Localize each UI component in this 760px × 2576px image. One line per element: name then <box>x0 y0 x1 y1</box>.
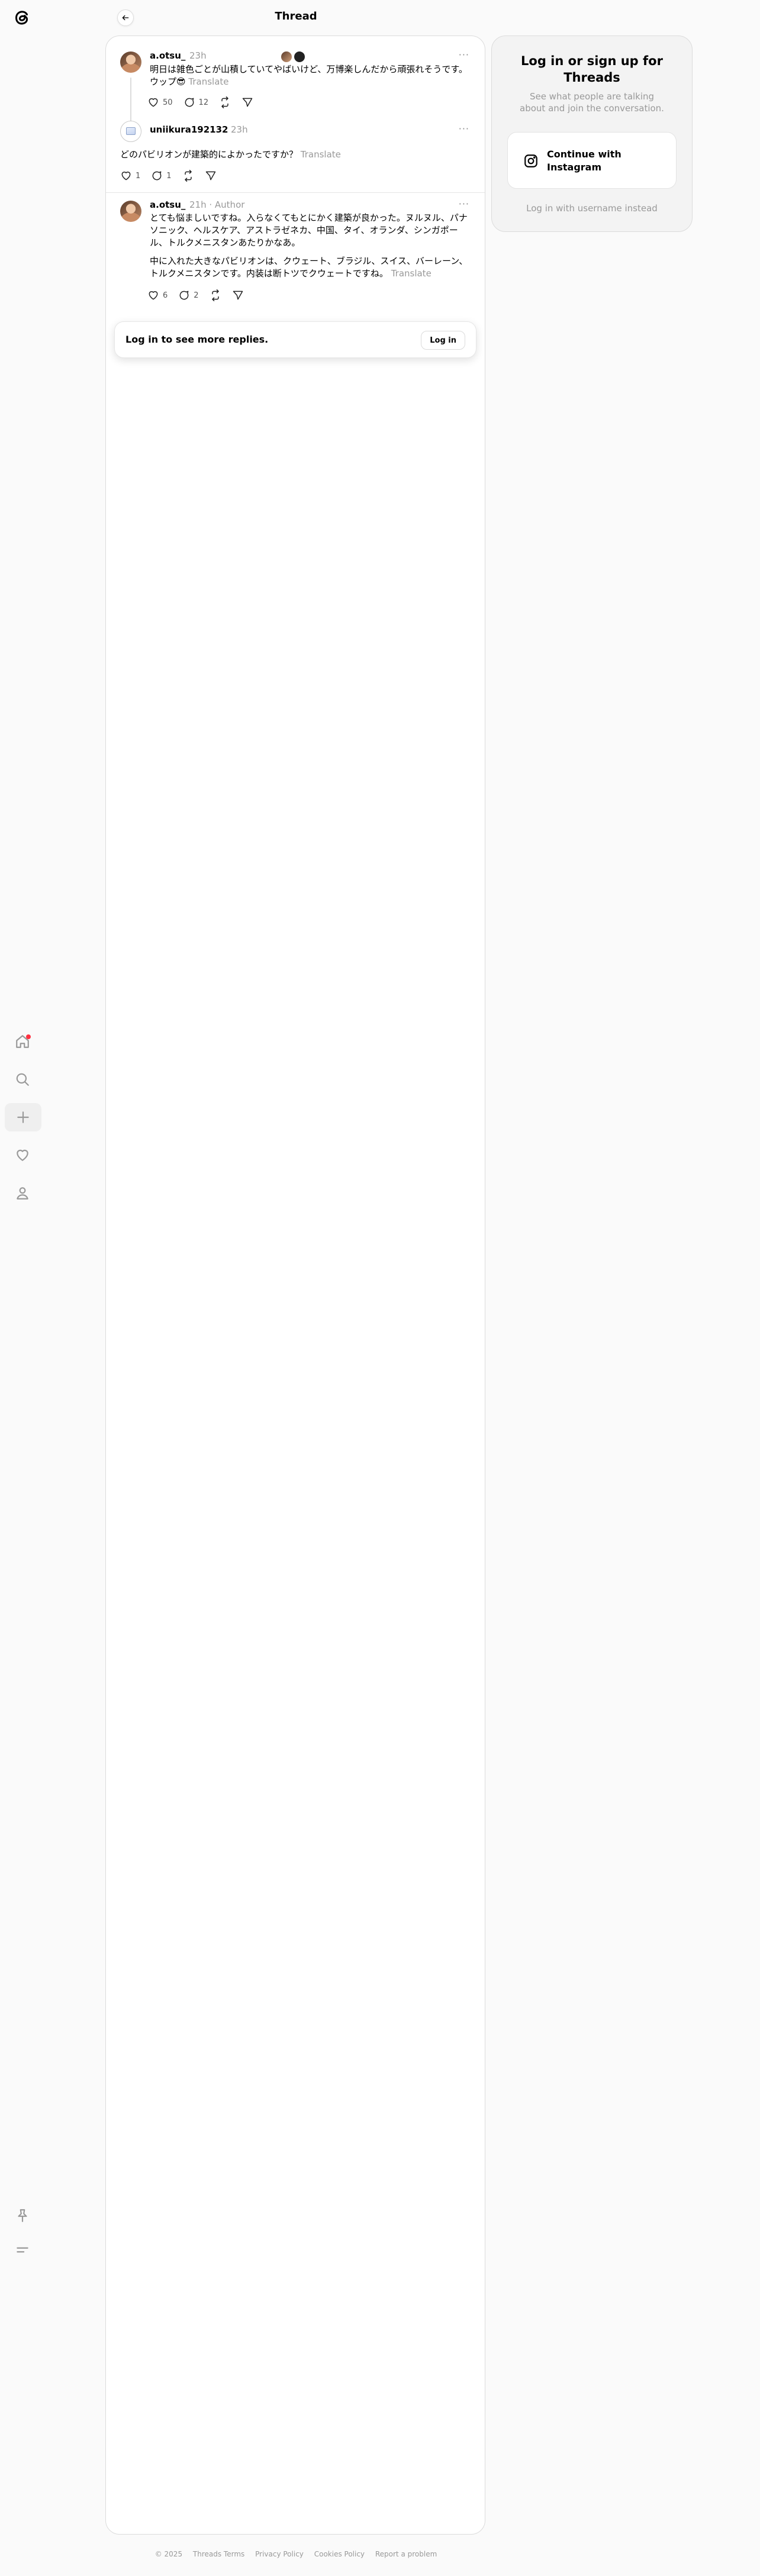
login-prompt-card: Log in to see more replies. Log in <box>114 321 476 358</box>
search-icon[interactable] <box>8 1065 37 1094</box>
instagram-icon <box>524 154 537 167</box>
like-button[interactable]: 50 <box>147 96 173 108</box>
plus-icon[interactable] <box>5 1103 41 1131</box>
thread-panel: a.otsu_ 23h ··· 明日は雑色ごとが山積していてやばいけど、万博楽し… <box>105 36 485 2535</box>
continue-with-instagram-button[interactable]: Continue with Instagram <box>507 132 677 189</box>
reply-count: 2 <box>194 291 199 300</box>
page-title: Thread <box>275 10 317 22</box>
repost-icon <box>184 170 192 182</box>
translate-link[interactable]: Translate <box>391 268 431 279</box>
like-count: 1 <box>136 171 141 180</box>
post-text: 中に入れた大きなパビリオンは、クウェート、ブラジル、スイス、バーレーン、トルクメ… <box>150 255 471 280</box>
footer-cookies-link[interactable]: Cookies Policy <box>314 2550 365 2558</box>
home-icon[interactable] <box>8 1027 37 1056</box>
heart-icon <box>149 98 158 107</box>
post-text: とても悩ましいですね。入らなくてもとにかく建築が良かった。ヌルヌル、パナソニック… <box>150 212 471 249</box>
footer: © 2025 Threads Terms Privacy Policy Cook… <box>0 2550 592 2558</box>
notification-dot <box>26 1034 31 1039</box>
repost-button[interactable] <box>210 289 221 301</box>
share-button[interactable] <box>232 289 244 301</box>
repost-icon <box>211 289 219 301</box>
post-actions: 50 12 <box>147 96 253 108</box>
reply-count: 12 <box>198 98 209 107</box>
more-options-icon[interactable]: ··· <box>459 123 469 134</box>
post-text: 明日は雑色ごとが山積していてやばいけど、万博楽しんだから頑張れそうです。ウップ😎… <box>150 63 469 88</box>
send-icon <box>205 171 215 180</box>
heart-icon[interactable] <box>8 1141 37 1169</box>
reply-button[interactable]: 1 <box>151 170 172 182</box>
translate-link[interactable]: Translate <box>301 149 341 160</box>
comment-icon <box>185 98 194 107</box>
send-icon <box>242 98 253 107</box>
comment-icon <box>152 171 162 180</box>
post-time: 21h · Author <box>189 199 244 210</box>
login-sidebar-card: Log in or sign up for Threads See what p… <box>491 36 693 232</box>
post-time[interactable]: 23h <box>231 124 248 135</box>
menu-icon[interactable] <box>8 2236 37 2264</box>
post-username[interactable]: a.otsu_ <box>150 199 185 210</box>
side-subtitle: See what people are talking about and jo… <box>520 91 664 114</box>
footer-terms-link[interactable]: Threads Terms <box>193 2550 244 2558</box>
author-badge: · Author <box>209 199 245 210</box>
footer-privacy-link[interactable]: Privacy Policy <box>255 2550 304 2558</box>
post-actions: 1 1 <box>120 170 217 182</box>
like-count: 50 <box>163 98 173 107</box>
login-prompt-text: Log in to see more replies. <box>125 334 269 345</box>
heart-icon <box>149 291 158 300</box>
repost-button[interactable] <box>219 96 231 108</box>
footer-report-link[interactable]: Report a problem <box>375 2550 437 2558</box>
reply-avatar <box>293 50 306 63</box>
reply-avatar <box>280 50 293 63</box>
repost-icon <box>221 96 228 108</box>
repost-button[interactable] <box>182 170 194 182</box>
more-options-icon[interactable]: ··· <box>459 49 469 60</box>
pin-icon[interactable] <box>8 2201 37 2230</box>
avatar[interactable] <box>120 51 141 73</box>
translate-link[interactable]: Translate <box>188 76 228 87</box>
post-body: どのパビリオンが建築的によかったですか？ <box>120 149 298 160</box>
send-icon <box>233 291 243 300</box>
user-icon[interactable] <box>8 1179 37 1207</box>
post-body: とても悩ましいですね。入らなくてもとにかく建築が良かった。ヌルヌル、パナソニック… <box>150 212 468 248</box>
share-button[interactable] <box>241 96 253 108</box>
post-text: どのパビリオンが建築的によかったですか？ Translate <box>120 149 469 161</box>
reply-button[interactable]: 2 <box>178 289 199 301</box>
post-time-value[interactable]: 21h <box>189 199 207 210</box>
thread-connector-line <box>130 78 131 125</box>
post-actions: 6 2 <box>147 289 244 301</box>
post-username[interactable]: uniikura192132 <box>150 124 228 135</box>
username-login-link[interactable]: Log in with username instead <box>492 203 692 214</box>
like-button[interactable]: 1 <box>120 170 140 182</box>
avatar[interactable] <box>120 201 141 222</box>
post-username[interactable]: a.otsu_ <box>150 50 185 61</box>
like-count: 6 <box>163 291 168 300</box>
comment-icon <box>179 291 189 300</box>
footer-copyright: © 2025 <box>154 2550 183 2558</box>
post-time[interactable]: 23h <box>189 50 207 61</box>
instagram-button-label: Continue with Instagram <box>547 149 621 173</box>
post-divider <box>106 192 485 193</box>
login-button[interactable]: Log in <box>421 331 465 350</box>
share-button[interactable] <box>205 170 217 182</box>
heart-icon <box>121 172 131 180</box>
more-options-icon[interactable]: ··· <box>459 198 469 209</box>
avatar[interactable] <box>120 121 141 142</box>
like-button[interactable]: 6 <box>147 289 168 301</box>
side-title: Log in or sign up for Threads <box>521 54 663 85</box>
reply-count: 1 <box>166 171 172 180</box>
reply-button[interactable]: 12 <box>183 96 209 108</box>
